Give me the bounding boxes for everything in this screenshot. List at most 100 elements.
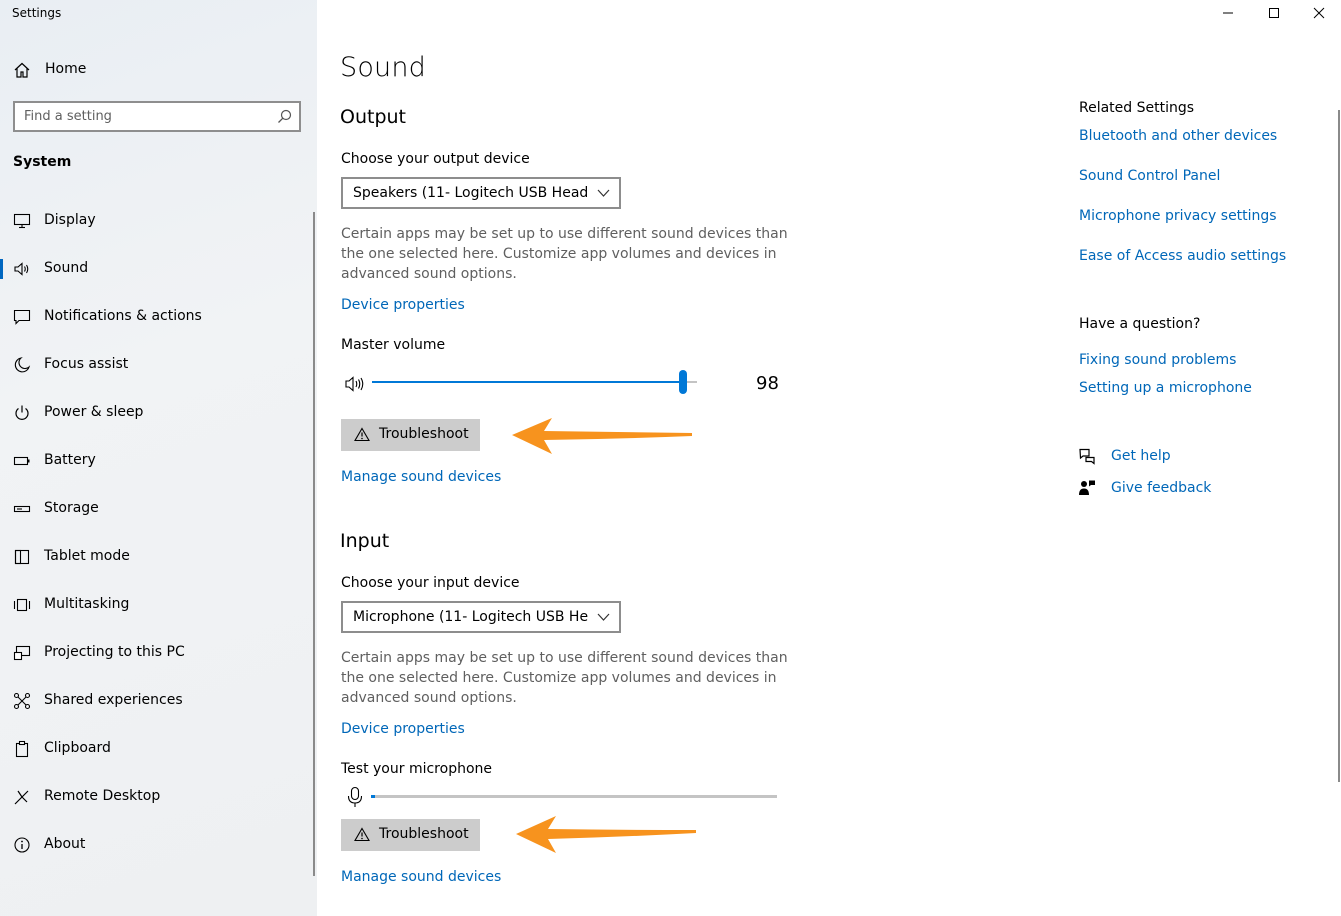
power-icon [15,405,29,420]
help-link-fixing-sound[interactable]: Fixing sound problems [1079,352,1236,368]
output-device-label: Choose your output device [341,151,530,167]
sidebar-item-label: Power & sleep [44,404,144,420]
sidebar-item-label: Shared experiences [44,692,183,708]
home-icon [14,62,30,78]
sidebar-item-projecting[interactable]: Projecting to this PC [0,633,312,673]
help-link-setting-up-mic[interactable]: Setting up a microphone [1079,380,1252,396]
output-device-value: Speakers (11- Logitech USB Heads... [353,185,588,201]
get-help-icon [1079,448,1095,465]
sidebar-item-label: Storage [44,500,99,516]
input-device-dropdown[interactable]: Microphone (11- Logitech USB He... [341,601,621,633]
related-link-sound-control-panel[interactable]: Sound Control Panel [1079,168,1220,184]
battery-icon [13,456,30,466]
input-heading: Input [340,530,390,552]
search-icon[interactable] [277,109,292,124]
give-feedback-link[interactable]: Give feedback [1111,480,1211,496]
sidebar-item-about[interactable]: About [0,825,312,865]
related-link-microphone-privacy[interactable]: Microphone privacy settings [1079,208,1277,224]
input-description: Certain apps may be set up to use differ… [341,650,788,706]
mic-level-fill [371,795,376,798]
sidebar-item-multitasking[interactable]: Multitasking [0,585,312,625]
input-manage-devices-link[interactable]: Manage sound devices [341,869,501,885]
output-heading: Output [340,106,406,128]
output-manage-devices-link[interactable]: Manage sound devices [341,469,501,485]
clipboard-icon [15,740,29,758]
volume-value: 98 [756,373,779,394]
sidebar-home[interactable]: Home [0,52,317,88]
output-description: Certain apps may be set up to use differ… [341,226,788,282]
troubleshoot-label: Troubleshoot [379,826,469,842]
sidebar-item-label: About [44,836,86,852]
sidebar-scrollbar[interactable] [313,212,315,876]
sidebar-item-remote-desktop[interactable]: Remote Desktop [0,777,312,817]
sidebar-item-label: Battery [44,452,96,468]
chevron-down-icon [597,189,610,197]
page-title: Sound [340,52,427,83]
troubleshoot-label: Troubleshoot [379,426,469,442]
close-button[interactable] [1296,0,1341,28]
master-volume-label: Master volume [341,337,446,353]
sidebar-item-label: Focus assist [44,356,129,372]
sidebar-item-label: Tablet mode [44,548,130,564]
sidebar-item-power-sleep[interactable]: Power & sleep [0,393,312,433]
related-settings-heading: Related Settings [1079,100,1195,116]
sidebar-item-label: Projecting to this PC [44,644,185,660]
have-a-question-heading: Have a question? [1079,316,1201,332]
output-device-properties-link[interactable]: Device properties [341,297,465,313]
get-help-link[interactable]: Get help [1111,448,1171,464]
sidebar-item-label: Clipboard [44,740,111,756]
maximize-icon [1269,8,1279,18]
minimize-button[interactable] [1205,0,1251,28]
content-scrollbar[interactable] [1338,110,1340,782]
warning-icon [354,827,370,842]
give-feedback-icon [1079,480,1095,495]
sidebar-item-battery[interactable]: Battery [0,441,312,481]
sidebar-item-tablet-mode[interactable]: Tablet mode [0,537,312,577]
related-link-bluetooth[interactable]: Bluetooth and other devices [1079,128,1277,144]
multitasking-icon [13,598,31,612]
output-device-dropdown[interactable]: Speakers (11- Logitech USB Heads... [341,177,621,209]
volume-speaker-icon[interactable] [344,375,368,393]
search-box[interactable] [13,101,301,132]
input-device-label: Choose your input device [341,575,520,591]
input-device-value: Microphone (11- Logitech USB He... [353,609,588,625]
sidebar-item-clipboard[interactable]: Clipboard [0,729,312,769]
shared-icon [13,692,31,710]
input-troubleshoot-button[interactable]: Troubleshoot [341,819,480,851]
warning-icon [354,427,370,442]
speaker-icon [14,262,29,276]
mic-level-track [371,795,777,798]
sidebar-item-label: Remote Desktop [44,788,161,804]
annotation-arrow [516,816,696,853]
tablet-icon [14,549,30,565]
sidebar-item-notifications[interactable]: Notifications & actions [0,297,312,337]
volume-slider-thumb[interactable] [678,370,687,394]
info-icon [14,837,30,853]
sidebar-item-label: Display [44,212,96,228]
minimize-icon [1223,12,1233,14]
projecting-icon [13,645,31,661]
microphone-icon [347,786,363,807]
sidebar-item-label: Multitasking [44,596,130,612]
sidebar-item-storage[interactable]: Storage [0,489,312,529]
volume-slider-fill[interactable] [372,381,681,383]
close-icon [1313,7,1325,19]
annotation-arrow [512,418,692,454]
input-device-properties-link[interactable]: Device properties [341,721,465,737]
output-troubleshoot-button[interactable]: Troubleshoot [341,419,480,451]
related-link-ease-of-access-audio[interactable]: Ease of Access audio settings [1079,248,1286,264]
sidebar-item-shared-experiences[interactable]: Shared experiences [0,681,312,721]
monitor-icon [13,213,31,229]
sidebar-item-label: Sound [44,260,89,276]
chevron-down-icon [597,613,610,621]
sidebar-item-focus-assist[interactable]: Focus assist [0,345,312,385]
app-title: Settings [12,6,62,20]
section-title-system: System [13,154,72,170]
sidebar-item-display[interactable]: Display [0,201,312,241]
moon-icon [14,357,31,373]
search-input[interactable] [15,103,265,130]
sidebar-home-label: Home [45,61,87,77]
sidebar-item-sound[interactable]: Sound [0,249,312,289]
maximize-button[interactable] [1251,0,1297,28]
storage-icon [13,505,31,513]
